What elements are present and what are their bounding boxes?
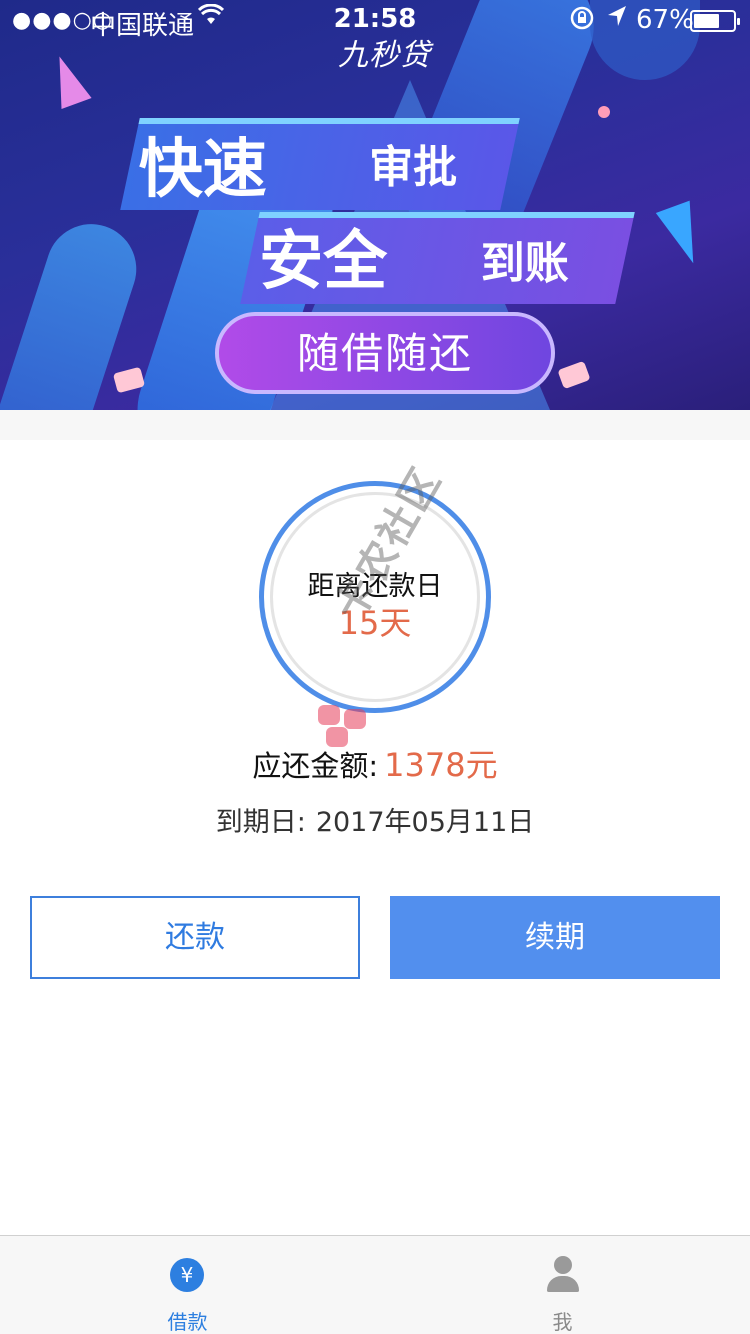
- battery-level: [694, 14, 720, 28]
- user-icon: [545, 1256, 581, 1294]
- tab-loan-label: 借款: [167, 1310, 208, 1334]
- amount-due-row: 应还金额: 1378元: [0, 740, 750, 786]
- headline-1-big: 快速: [138, 133, 267, 207]
- banner-decoration: [557, 360, 591, 390]
- promo-banner[interactable]: 九秒贷 快速 审批 安全 到账 随借随还: [0, 0, 750, 410]
- yen-coin-icon: ¥: [170, 1258, 204, 1292]
- battery-icon: [690, 10, 740, 32]
- banner-headline-2: 安全 到账: [240, 212, 635, 304]
- due-date-row: 到期日: 2017年05月11日: [0, 800, 750, 839]
- tab-me-label: 我: [552, 1310, 573, 1334]
- tab-me[interactable]: 我: [375, 1236, 750, 1334]
- tab-bar: ¥ 借款 我: [0, 1235, 750, 1334]
- section-divider: [0, 410, 750, 440]
- headline-1-small: 审批: [369, 142, 458, 193]
- banner-headline-1: 快速 审批: [120, 118, 520, 210]
- banner-decoration: [44, 51, 92, 109]
- due-date-label: 到期日:: [215, 807, 306, 838]
- location-arrow-icon: [606, 4, 628, 34]
- watermark-logo-icon: [318, 705, 368, 749]
- amount-due-label: 应还金额:: [252, 749, 379, 783]
- orientation-lock-icon: [570, 6, 594, 36]
- banner-decoration: [598, 106, 610, 118]
- repay-button[interactable]: 还款: [30, 896, 360, 979]
- banner-pill-text: 随借随还: [296, 329, 473, 378]
- renew-button[interactable]: 续期: [390, 896, 720, 979]
- status-bar: ●●●○○ 中国联通 21:58 67%: [0, 0, 750, 41]
- battery-percent: 67%: [636, 5, 694, 35]
- banner-pill: 随借随还: [215, 312, 555, 394]
- headline-2-small: 到账: [480, 238, 569, 289]
- tab-loan[interactable]: ¥ 借款: [0, 1236, 375, 1334]
- banner-decoration: [655, 200, 711, 270]
- headline-2-big: 安全: [259, 225, 388, 299]
- amount-due-value: 1378元: [384, 746, 498, 784]
- due-date-value: 2017年05月11日: [315, 807, 535, 838]
